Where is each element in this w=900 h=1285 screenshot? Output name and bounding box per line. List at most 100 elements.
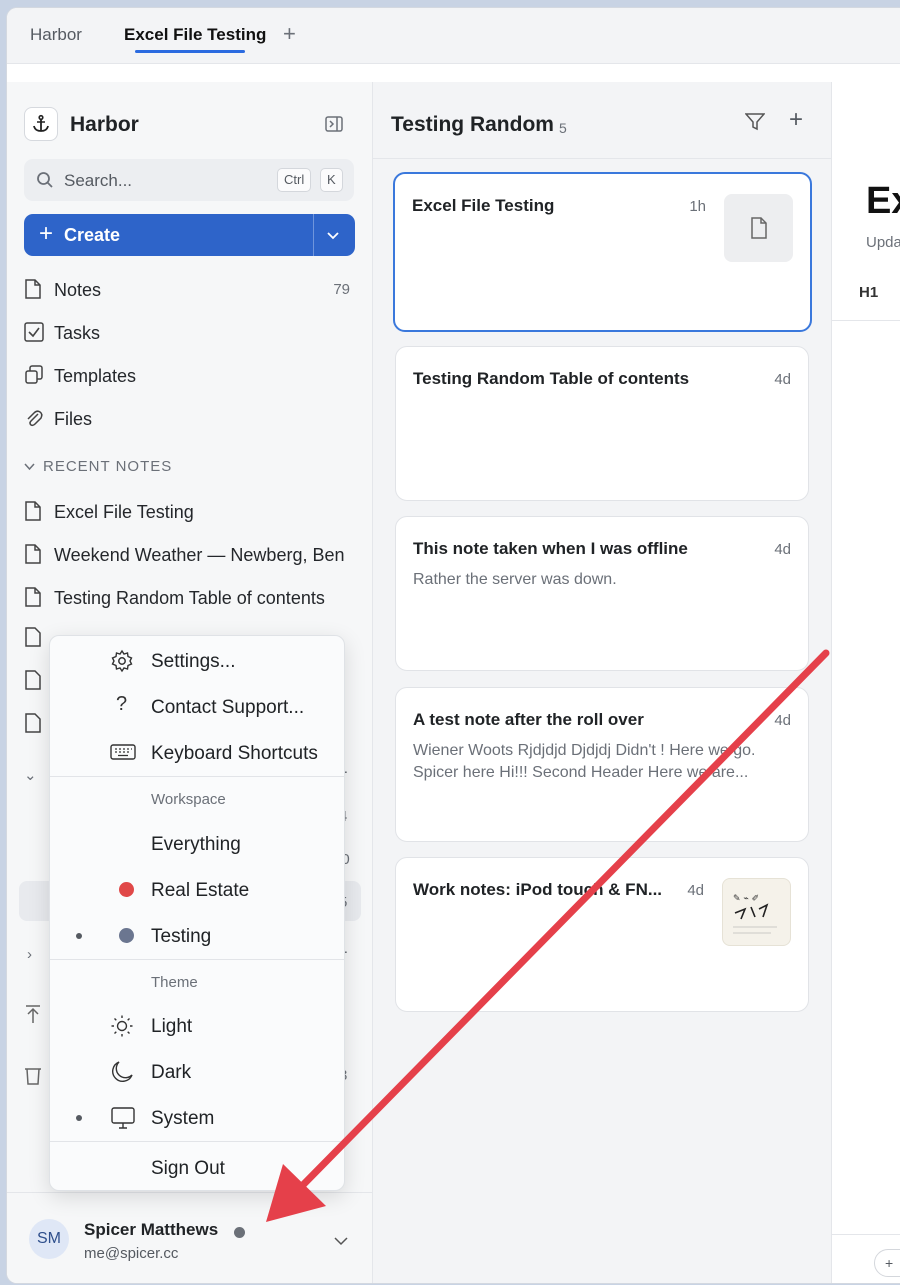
sidebar-item-files[interactable]: Files (24, 401, 354, 435)
status-dot (234, 1227, 245, 1238)
sidebar-item-label: Files (54, 409, 93, 429)
sidebar-item-tasks[interactable]: Tasks (24, 315, 354, 349)
tab-excel-file-testing[interactable]: Excel File Testing (124, 25, 266, 45)
search-input[interactable]: Search... Ctrl K (24, 159, 354, 201)
note-title: Work notes: iPod touch & FN... (413, 880, 663, 899)
account-menu: Settings... ? Contact Support... Keyboar… (49, 635, 345, 1191)
note-card[interactable]: This note taken when I was offline 4d Ra… (395, 516, 809, 671)
menu-item-contact-support[interactable]: ? Contact Support... (50, 687, 344, 727)
app-window: Harbor Excel File Testing + Harbor Searc… (7, 8, 900, 1283)
editor-add-button[interactable]: + (874, 1249, 900, 1277)
menu-item-label: Keyboard Shortcuts (151, 743, 318, 764)
menu-item-label: Contact Support... (151, 697, 305, 718)
chevron-down-icon (24, 458, 35, 475)
list-count: 5 (559, 120, 567, 136)
editor-footer-divider (832, 1234, 900, 1235)
note-title: A test note after the roll over (413, 710, 644, 729)
filter-icon[interactable] (744, 113, 766, 136)
create-label: Create (64, 225, 121, 245)
note-title: This note taken when I was offline (413, 539, 688, 558)
search-placeholder: Search... (64, 171, 133, 190)
user-profile[interactable]: SM Spicer Matthews me@spicer.cc (7, 1192, 373, 1283)
workspace-color-dot (119, 882, 134, 897)
sidebar-item-templates[interactable]: Templates (24, 358, 354, 392)
menu-item-label: Real Estate (151, 880, 250, 901)
active-tab-indicator (135, 50, 245, 53)
selected-bullet (76, 1115, 82, 1121)
recent-note-label: Weekend Weather — Newberg, Ben (54, 545, 345, 565)
recent-notes-heading[interactable]: RECENT NOTES (24, 458, 172, 475)
note-age: 4d (774, 541, 791, 558)
list-title: Testing Random (391, 113, 554, 136)
menu-item-label: System (151, 1108, 215, 1129)
note-title: Testing Random Table of contents (413, 369, 690, 388)
sidebar-item-label: Tasks (54, 323, 101, 343)
user-name: Spicer Matthews (84, 1220, 219, 1239)
editor-title[interactable]: Ex (866, 180, 900, 223)
menu-item-label: Everything (151, 834, 241, 855)
theme-heading: Theme (151, 974, 198, 991)
recent-note-item[interactable]: Testing Random Table of contents (24, 580, 354, 614)
note-icon (24, 670, 42, 695)
menu-item-keyboard-shortcuts[interactable]: Keyboard Shortcuts (50, 733, 344, 773)
recent-note-label: Testing Random Table of contents (54, 588, 325, 608)
note-card[interactable]: Work notes: iPod touch & FN... 4d ✎ ⌁ ✐ (395, 857, 809, 1012)
note-card[interactable]: A test note after the roll over 4d Wiene… (395, 687, 809, 842)
selected-bullet (76, 933, 82, 939)
create-options-chevron-down-icon[interactable] (325, 227, 341, 248)
menu-divider (50, 1141, 344, 1142)
chevron-right-icon[interactable]: › (27, 946, 32, 963)
menu-item-settings[interactable]: Settings... (50, 641, 344, 681)
recent-note-item[interactable]: Excel File Testing (24, 494, 354, 528)
editor-updated-label: Upda (866, 234, 900, 251)
monitor-icon (110, 1106, 136, 1135)
workspace-item-everything[interactable]: Everything (50, 824, 344, 864)
note-excerpt: Rather the server was down. (413, 571, 617, 588)
svg-text:✎ ⌁ ✐: ✎ ⌁ ✐ (733, 894, 759, 904)
note-icon (24, 544, 42, 569)
theme-item-system[interactable]: System (50, 1098, 344, 1138)
editor-pane: Ex Upda H1 + (831, 82, 900, 1283)
menu-item-label: Sign Out (151, 1158, 225, 1179)
templates-icon (24, 365, 44, 390)
recent-note-item[interactable]: Weekend Weather — Newberg, Ben (24, 537, 354, 571)
create-button[interactable]: + Create (24, 214, 355, 256)
theme-item-dark[interactable]: Dark (50, 1052, 344, 1092)
note-list-pane: Testing Random 5 + Excel File Testing 1h… (373, 82, 833, 1283)
tab-harbor[interactable]: Harbor (30, 25, 82, 45)
moon-icon (110, 1060, 134, 1089)
note-age: 4d (774, 371, 791, 388)
note-icon (24, 713, 42, 738)
list-divider (373, 158, 833, 159)
note-icon (24, 587, 42, 612)
note-age: 1h (689, 198, 706, 215)
note-title: Excel File Testing (412, 196, 555, 215)
note-card[interactable]: Excel File Testing 1h (393, 172, 812, 332)
upload-icon[interactable] (24, 1004, 42, 1029)
profile-menu-chevron-down-icon[interactable] (334, 1233, 348, 1251)
new-tab-button[interactable]: + (283, 21, 296, 47)
note-card[interactable]: Testing Random Table of contents 4d (395, 346, 809, 501)
note-icon (24, 627, 42, 652)
collapse-sidebar-icon[interactable] (325, 116, 343, 137)
trash-icon[interactable] (24, 1065, 42, 1090)
workspace-heading: Workspace (151, 791, 226, 808)
workspace-item-testing[interactable]: Testing (50, 916, 344, 956)
note-age: 4d (774, 712, 791, 729)
menu-item-label: Light (151, 1016, 193, 1037)
sidebar-item-label: Templates (54, 366, 137, 386)
brand-name: Harbor (70, 113, 139, 136)
workspace-item-real-estate[interactable]: Real Estate (50, 870, 344, 910)
search-icon (36, 171, 54, 194)
sidebar-item-notes[interactable]: Notes 79 (24, 272, 354, 306)
anchor-logo-icon (24, 107, 58, 141)
recent-note-label: Excel File Testing (54, 502, 194, 522)
sun-icon (110, 1014, 134, 1043)
shortcut-k-key: K (320, 168, 343, 192)
menu-item-label: Dark (151, 1062, 192, 1083)
theme-item-light[interactable]: Light (50, 1006, 344, 1046)
heading1-button[interactable]: H1 (859, 284, 878, 301)
add-note-plus-icon[interactable]: + (789, 106, 803, 134)
note-icon (24, 501, 42, 526)
menu-item-sign-out[interactable]: Sign Out (50, 1148, 344, 1188)
